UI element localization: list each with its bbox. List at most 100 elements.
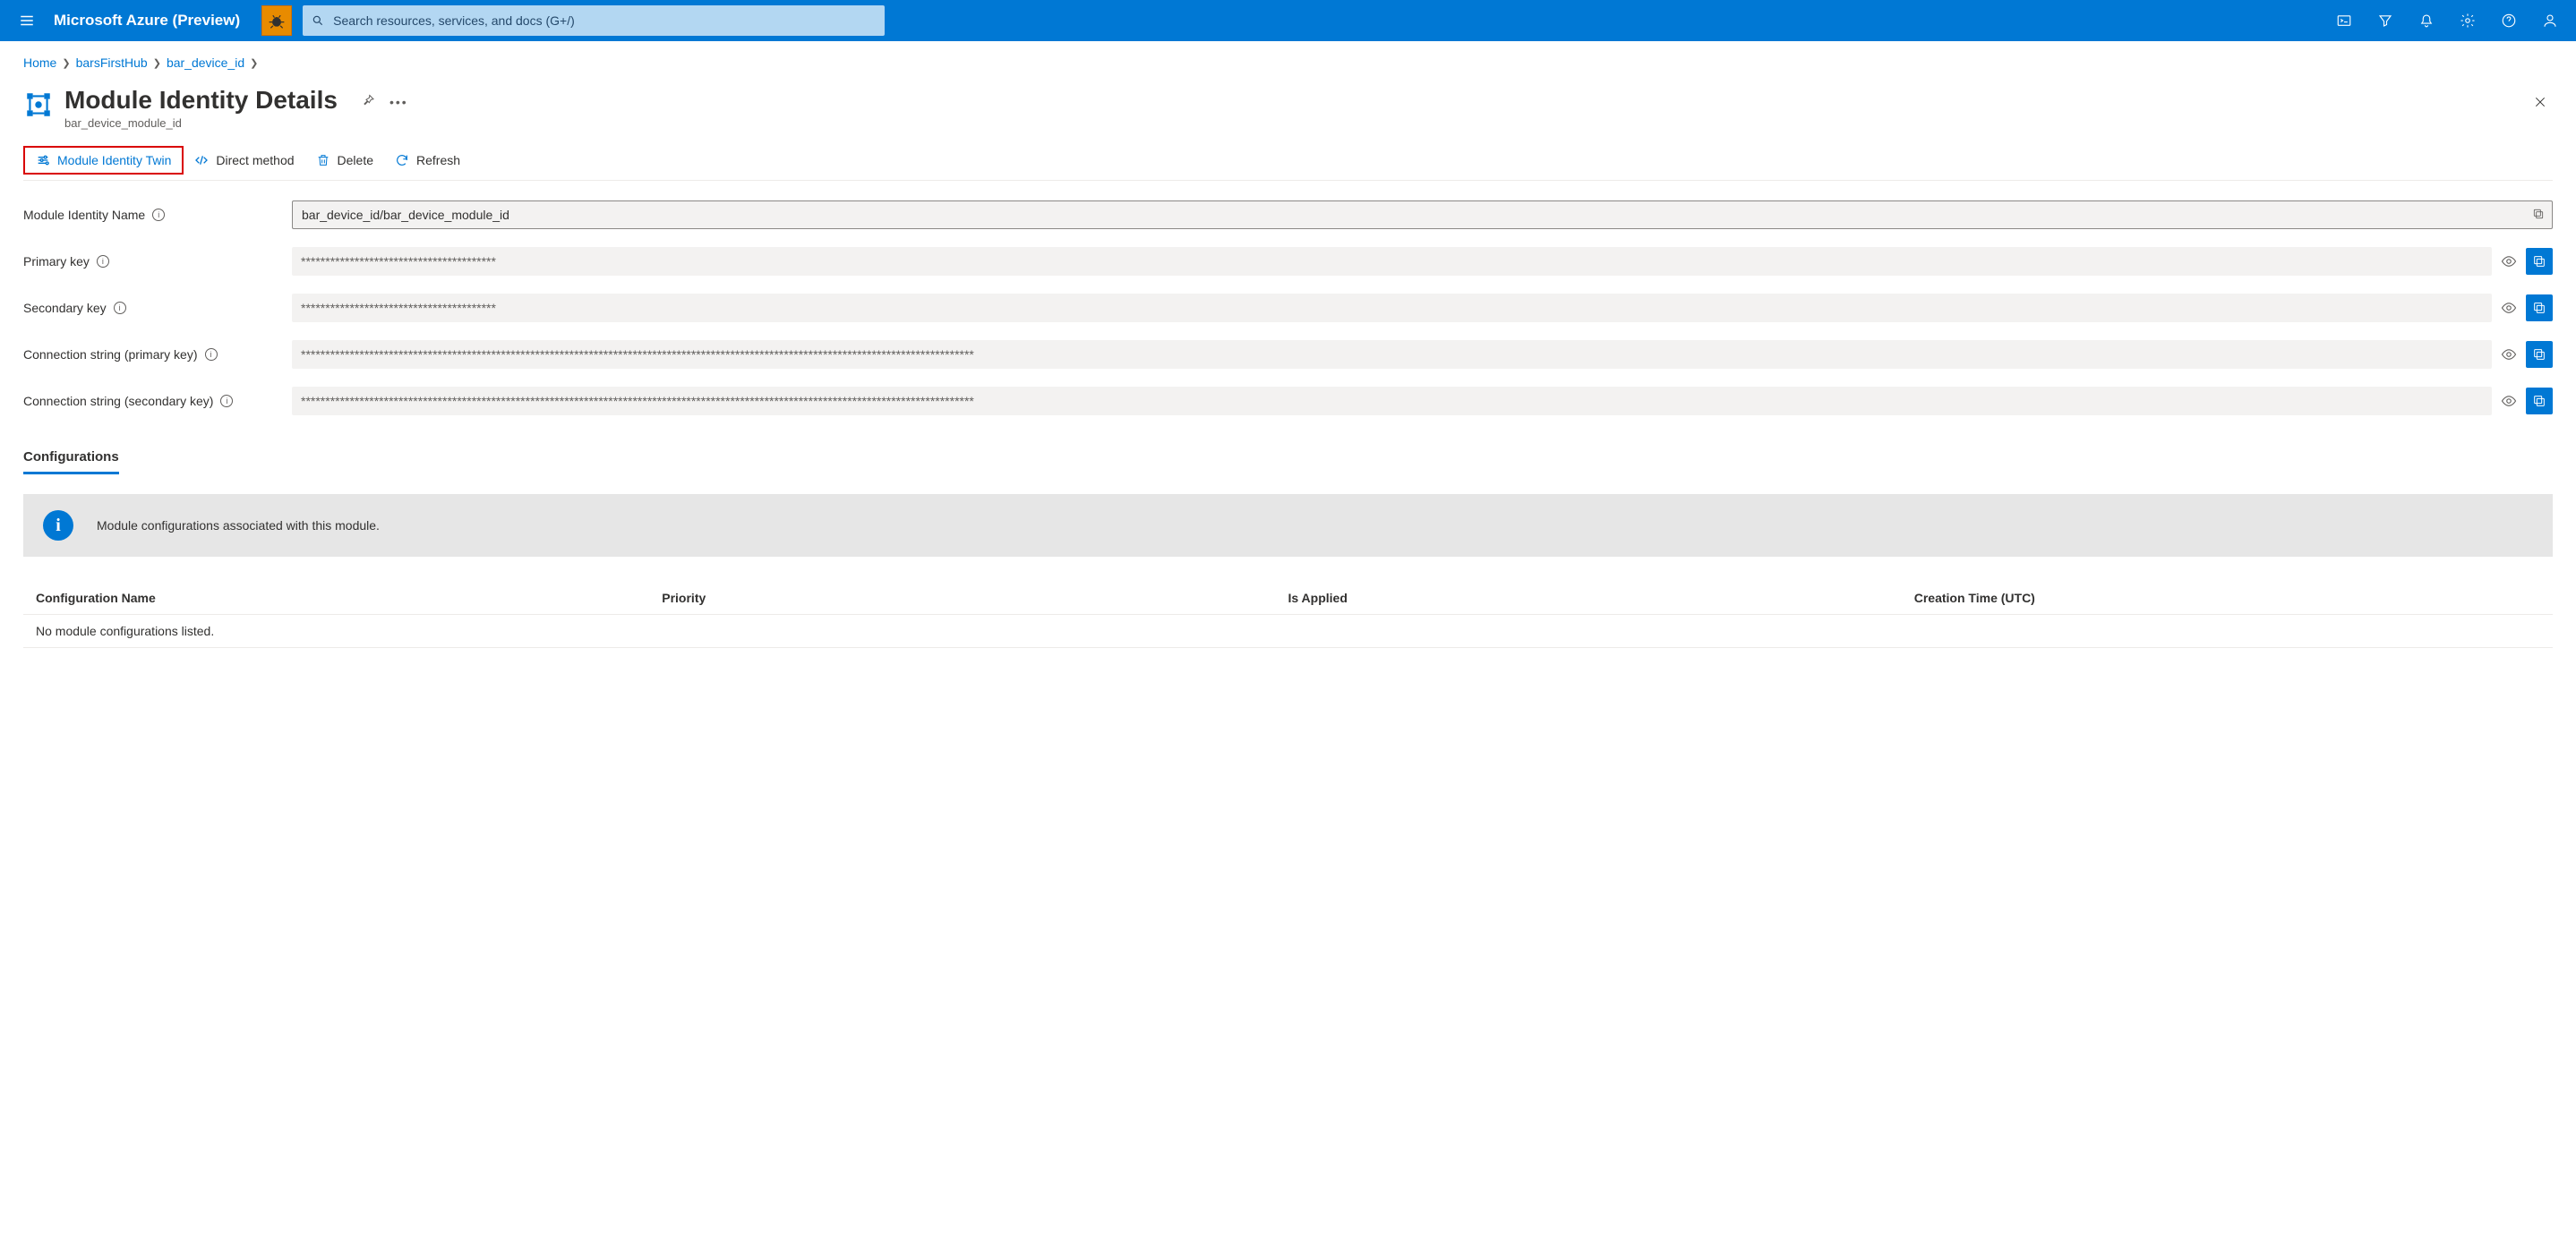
refresh-button[interactable]: Refresh (384, 148, 471, 173)
primary-key-value: **************************************** (301, 254, 496, 269)
sliders-icon (36, 153, 50, 167)
module-identity-icon (23, 90, 54, 120)
directory-filter-button[interactable] (2365, 0, 2406, 41)
details-form: Module Identity Name i bar_device_id/bar… (23, 200, 2553, 415)
cloud-shell-button[interactable] (2324, 0, 2365, 41)
brand-title[interactable]: Microsoft Azure (Preview) (52, 12, 252, 30)
gear-icon (2460, 13, 2476, 29)
bell-icon (2418, 13, 2435, 29)
field-label-secondary-key: Secondary key (23, 301, 107, 315)
field-label-primary-key: Primary key (23, 254, 90, 269)
close-blade-button[interactable] (2528, 90, 2553, 117)
chevron-right-icon: ❯ (62, 57, 70, 69)
module-identity-name-value: bar_device_id/bar_device_module_id (302, 208, 509, 222)
field-label-name: Module Identity Name (23, 208, 145, 222)
person-icon (2542, 13, 2558, 29)
configurations-info-banner: i Module configurations associated with … (23, 494, 2553, 557)
copy-icon (2532, 208, 2545, 220)
configurations-banner-text: Module configurations associated with th… (97, 518, 380, 533)
conn-primary-field[interactable]: ****************************************… (292, 340, 2492, 369)
breadcrumb-device[interactable]: bar_device_id (167, 55, 244, 70)
delete-button[interactable]: Delete (305, 148, 384, 173)
hamburger-icon (19, 13, 35, 29)
page-subtitle: bar_device_module_id (64, 116, 338, 130)
info-icon[interactable]: i (205, 348, 218, 361)
global-search-input[interactable]: Search resources, services, and docs (G+… (303, 5, 885, 36)
help-button[interactable] (2488, 0, 2529, 41)
search-placeholder: Search resources, services, and docs (G+… (333, 13, 575, 28)
eye-icon (2501, 346, 2517, 362)
breadcrumb: Home ❯ barsFirstHub ❯ bar_device_id ❯ (23, 55, 2553, 70)
notifications-button[interactable] (2406, 0, 2447, 41)
info-icon[interactable]: i (152, 209, 165, 221)
conn-secondary-field[interactable]: ****************************************… (292, 387, 2492, 415)
bug-icon (268, 12, 286, 30)
menu-button[interactable] (5, 0, 48, 41)
copy-conn-primary-button[interactable] (2526, 341, 2553, 368)
col-is-applied[interactable]: Is Applied (1288, 591, 1914, 605)
conn-secondary-value: ****************************************… (301, 394, 974, 408)
eye-icon (2501, 300, 2517, 316)
module-identity-twin-button[interactable]: Module Identity Twin (23, 146, 184, 175)
reveal-conn-primary-button[interactable] (2499, 345, 2519, 364)
command-bar: Module Identity Twin Direct method Delet… (23, 146, 2553, 181)
topbar-right-group (2324, 0, 2571, 41)
copy-secondary-key-button[interactable] (2526, 294, 2553, 321)
eye-icon (2501, 253, 2517, 269)
refresh-icon (395, 153, 409, 167)
col-config-name[interactable]: Configuration Name (36, 591, 662, 605)
primary-key-field[interactable]: **************************************** (292, 247, 2492, 276)
field-label-conn-primary: Connection string (primary key) (23, 347, 198, 362)
copy-conn-secondary-button[interactable] (2526, 388, 2553, 414)
toolbar-label: Direct method (216, 153, 294, 167)
page-header: Module Identity Details bar_device_modul… (23, 86, 2553, 130)
secondary-key-field[interactable]: **************************************** (292, 294, 2492, 322)
info-icon[interactable]: i (220, 395, 233, 407)
chevron-right-icon: ❯ (250, 57, 258, 69)
info-badge-icon: i (43, 510, 73, 541)
direct-method-button[interactable]: Direct method (184, 148, 304, 173)
close-icon (2533, 95, 2547, 109)
col-priority[interactable]: Priority (662, 591, 1288, 605)
info-icon[interactable]: i (97, 255, 109, 268)
toolbar-label: Refresh (416, 153, 460, 167)
copy-icon (2532, 347, 2546, 362)
reveal-primary-key-button[interactable] (2499, 252, 2519, 271)
copy-name-button[interactable] (2532, 208, 2545, 223)
copy-icon (2532, 301, 2546, 315)
account-button[interactable] (2529, 0, 2571, 41)
conn-primary-value: ****************************************… (301, 347, 974, 362)
field-label-conn-secondary: Connection string (secondary key) (23, 394, 213, 408)
empty-state-text: No module configurations listed. (36, 624, 2540, 638)
pin-button[interactable] (361, 93, 375, 110)
help-icon (2501, 13, 2517, 29)
info-icon[interactable]: i (114, 302, 126, 314)
more-button[interactable]: ••• (389, 95, 408, 109)
breadcrumb-home[interactable]: Home (23, 55, 56, 70)
copy-primary-key-button[interactable] (2526, 248, 2553, 275)
chevron-right-icon: ❯ (153, 57, 161, 69)
page-title: Module Identity Details (64, 86, 338, 115)
toolbar-label: Delete (338, 153, 373, 167)
copy-icon (2532, 394, 2546, 408)
reveal-secondary-key-button[interactable] (2499, 298, 2519, 318)
trash-icon (316, 153, 330, 167)
secondary-key-value: **************************************** (301, 301, 496, 315)
module-identity-name-field[interactable]: bar_device_id/bar_device_module_id (292, 200, 2553, 229)
feedback-bug-button[interactable] (261, 5, 292, 36)
top-bar: Microsoft Azure (Preview) Search resourc… (0, 0, 2576, 41)
toolbar-label: Module Identity Twin (57, 153, 171, 167)
pin-icon (361, 93, 375, 107)
breadcrumb-hub[interactable]: barsFirstHub (76, 55, 148, 70)
eye-icon (2501, 393, 2517, 409)
cloud-shell-icon (2336, 13, 2352, 29)
filter-icon (2377, 13, 2393, 29)
col-creation-time[interactable]: Creation Time (UTC) (1914, 591, 2540, 605)
reveal-conn-secondary-button[interactable] (2499, 391, 2519, 411)
configurations-table: Configuration Name Priority Is Applied C… (23, 582, 2553, 648)
configurations-heading: Configurations (23, 449, 119, 474)
page-scroll-area[interactable]: Home ❯ barsFirstHub ❯ bar_device_id ❯ Mo… (0, 41, 2576, 1245)
copy-icon (2532, 254, 2546, 269)
settings-button[interactable] (2447, 0, 2488, 41)
ellipsis-icon: ••• (389, 95, 408, 109)
